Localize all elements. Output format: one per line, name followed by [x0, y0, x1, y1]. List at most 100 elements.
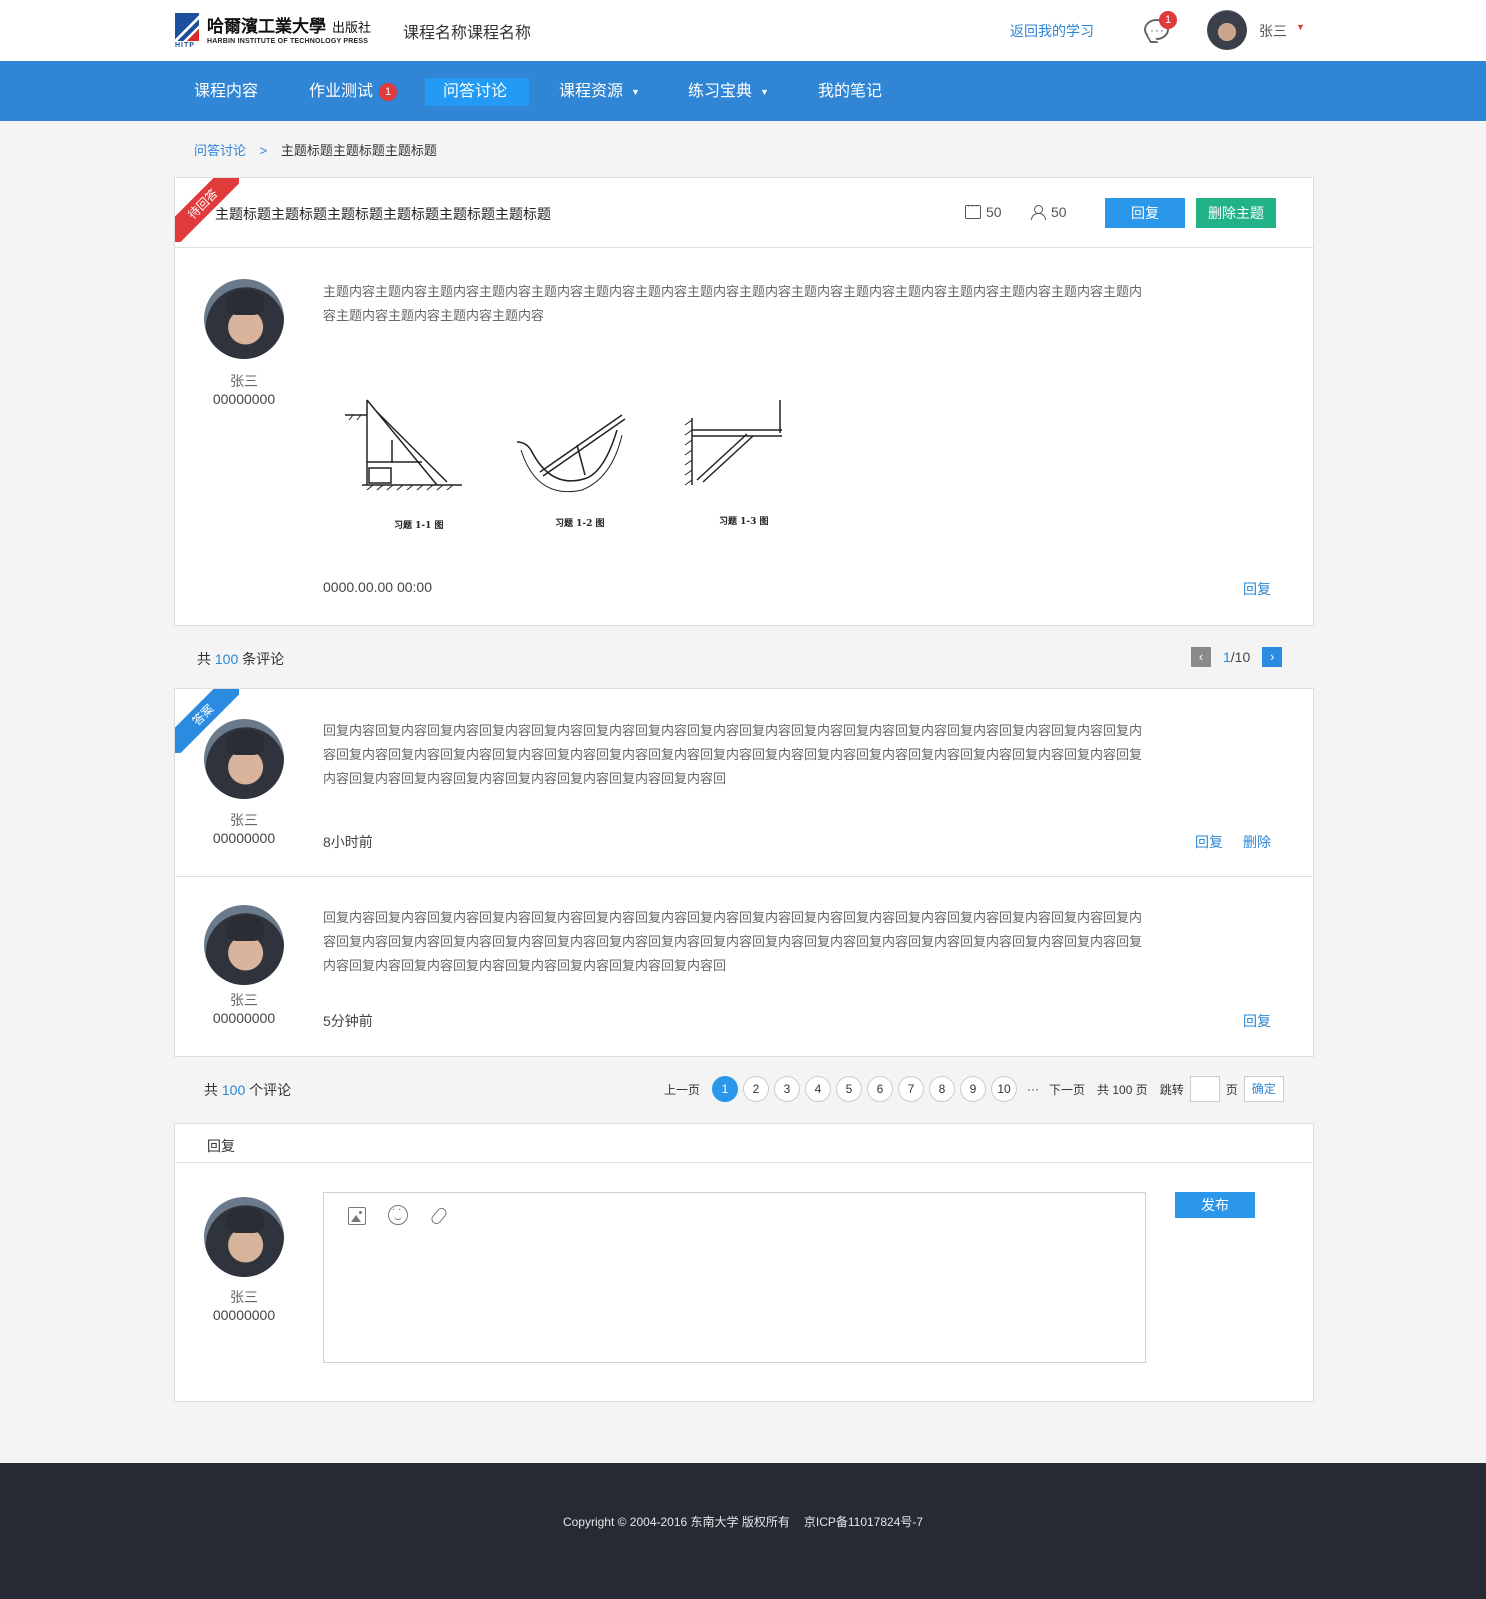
topic-panel: 待回答 主题标题主题标题主题标题主题标题主题标题主题标题 50 50 回复 删除… — [174, 177, 1314, 626]
total-suffix: 个评论 — [249, 1082, 292, 1098]
breadcrumb-separator: > — [259, 143, 268, 158]
jump-label: 跳转 — [1159, 1082, 1184, 1097]
page-9-button[interactable]: 9 — [960, 1076, 987, 1102]
reply-author-name: 张三 — [230, 812, 258, 828]
page-ellipsis: ··· — [1027, 1082, 1040, 1096]
logo-press-text: 出版社 — [332, 20, 372, 35]
page-5-button[interactable]: 5 — [836, 1076, 863, 1102]
reply-divider — [175, 876, 1313, 877]
page-7-button[interactable]: 7 — [898, 1076, 925, 1102]
logo-en-text: HARBIN INSTITUTE OF TECHNOLOGY PRESS — [207, 38, 369, 45]
current-user-avatar[interactable] — [204, 1197, 284, 1277]
author-id: 00000000 — [212, 391, 276, 407]
reply-author-avatar[interactable] — [204, 905, 284, 985]
insert-image-icon[interactable] — [348, 1207, 366, 1225]
current-user-id: 00000000 — [212, 1307, 276, 1323]
topic-reply-link[interactable]: 回复 — [1243, 579, 1271, 599]
figure-caption-2: 习题 1-2 图 — [555, 519, 605, 529]
current-user-name: 张三 — [230, 1289, 258, 1305]
reply-box-header: 回复 — [175, 1124, 1313, 1163]
breadcrumb-qa-link[interactable]: 问答讨论 — [194, 143, 246, 158]
publish-button[interactable]: 发布 — [1175, 1192, 1255, 1218]
topic-header: 待回答 主题标题主题标题主题标题主题标题主题标题主题标题 50 50 回复 删除… — [175, 178, 1313, 248]
reply-time: 8小时前 — [323, 834, 373, 850]
page-6-button[interactable]: 6 — [867, 1076, 894, 1102]
prev-page-button[interactable]: 上一页 — [664, 1081, 700, 1098]
course-name: 课程名称课程名称 — [403, 25, 532, 42]
top-header: HITP 哈爾濱工業大學 出版社 HARBIN INSTITUTE OF TECH… — [0, 0, 1486, 61]
topic-timestamp: 0000.00.00 00:00 — [323, 579, 432, 595]
page-4-button[interactable]: 4 — [805, 1076, 832, 1102]
comment-count-summary: 共 100 条评论 — [197, 649, 284, 669]
prev-page-icon[interactable]: ‹ — [1191, 647, 1211, 667]
user-avatar[interactable] — [1207, 10, 1247, 50]
participant-count-value: 50 — [1051, 204, 1067, 220]
reply-reply-link[interactable]: 回复 — [1195, 832, 1223, 852]
page-1-button[interactable]: 1 — [712, 1076, 739, 1102]
nav-homework-test[interactable]: 作业测试 1 — [291, 78, 415, 106]
comment-icon — [965, 200, 981, 219]
reply-content: 回复内容回复内容回复内容回复内容回复内容回复内容回复内容回复内容回复内容回复内容… — [323, 910, 1143, 973]
mini-pager: ‹ 1/10 › — [1191, 647, 1283, 667]
main-nav: 课程内容 作业测试 1 问答讨论 课程资源 ▼ 练习宝典 ▼ 我的笔记 — [0, 61, 1486, 121]
back-to-my-learning-link[interactable]: 返回我的学习 — [1010, 21, 1094, 41]
topic-title: 主题标题主题标题主题标题主题标题主题标题主题标题 — [215, 206, 551, 222]
total-comments: 共 100 个评论 — [204, 1080, 291, 1100]
user-menu-caret-icon[interactable]: ▼ — [1296, 22, 1305, 32]
message-count-badge: 1 — [1159, 11, 1177, 29]
reply-editor[interactable] — [323, 1192, 1146, 1363]
page-3-button[interactable]: 3 — [774, 1076, 801, 1102]
nav-qa-discussion[interactable]: 问答讨论 — [425, 78, 529, 106]
topic-content: 主题内容主题内容主题内容主题内容主题内容主题内容主题内容主题内容主题内容主题内容… — [323, 284, 1143, 323]
page-8-button[interactable]: 8 — [929, 1076, 956, 1102]
comment-count: 50 — [965, 200, 1002, 220]
reply-button[interactable]: 回复 — [1105, 198, 1185, 228]
copyright-text: Copyright © 2004-2016 东南大学 版权所有 — [562, 1515, 790, 1529]
reply-author-id: 00000000 — [212, 1010, 276, 1026]
reply-delete-link[interactable]: 删除 — [1243, 832, 1271, 852]
page-10-button[interactable]: 10 — [991, 1076, 1018, 1102]
next-page-icon[interactable]: › — [1262, 647, 1283, 667]
nav-label: 问答讨论 — [443, 83, 508, 100]
jump-page-input[interactable] — [1189, 1076, 1220, 1102]
reply-author-avatar[interactable] — [204, 719, 284, 799]
nav-label: 我的笔记 — [818, 83, 883, 100]
author-name: 张三 — [230, 373, 258, 389]
person-icon — [1030, 205, 1046, 220]
participant-count: 50 — [1030, 204, 1067, 220]
caret-down-icon: ▼ — [631, 87, 640, 97]
exercise-figures: 习题 1-1 图 习题 1-2 图 习题 1-3 图 — [337, 390, 797, 550]
logo-mark-icon: HITP — [175, 13, 199, 49]
next-page-button[interactable]: 下一页 — [1049, 1081, 1085, 1098]
publisher-logo[interactable]: HITP 哈爾濱工業大學 出版社 HARBIN INSTITUTE OF TECH… — [175, 12, 375, 50]
nav-my-notes[interactable]: 我的笔记 — [800, 78, 900, 106]
footer-text: Copyright © 2004-2016 东南大学 版权所有 京ICP备1101… — [0, 1513, 1486, 1530]
count-number: 100 — [214, 651, 239, 667]
nav-label: 作业测试 — [309, 83, 374, 100]
nav-course-resources[interactable]: 课程资源 ▼ — [541, 78, 658, 106]
author-avatar[interactable] — [204, 279, 284, 359]
count-prefix: 共 — [197, 651, 211, 667]
delete-topic-button[interactable]: 删除主题 — [1196, 198, 1276, 228]
total-pages-label: 共 100 页 — [1097, 1082, 1148, 1097]
figure-caption-1: 习题 1-1 图 — [394, 521, 444, 531]
user-name[interactable]: 张三 — [1259, 21, 1287, 41]
nav-course-content[interactable]: 课程内容 — [176, 78, 276, 106]
total-number: 100 — [221, 1082, 246, 1098]
page-2-button[interactable]: 2 — [743, 1076, 770, 1102]
figure-caption-3: 习题 1-3 图 — [719, 517, 769, 527]
messages-button[interactable]: ··· 1 — [1142, 11, 1177, 47]
reply-box-title: 回复 — [207, 1138, 235, 1154]
jump-confirm-button[interactable]: 确定 — [1243, 1076, 1284, 1102]
reply-time: 5分钟前 — [323, 1013, 373, 1029]
breadcrumb: 问答讨论 > 主题标题主题标题主题标题 — [194, 140, 437, 159]
emoji-icon[interactable] — [388, 1204, 408, 1225]
nav-practice-book[interactable]: 练习宝典 ▼ — [670, 78, 787, 106]
breadcrumb-current: 主题标题主题标题主题标题 — [280, 143, 437, 158]
icp-link[interactable]: 京ICP备11017824号-7 — [804, 1515, 923, 1529]
reply-author-name: 张三 — [230, 992, 258, 1008]
reply-reply-link[interactable]: 回复 — [1243, 1011, 1271, 1031]
attachment-icon[interactable] — [429, 1205, 449, 1227]
total-prefix: 共 — [204, 1082, 218, 1098]
count-suffix: 条评论 — [242, 651, 285, 667]
